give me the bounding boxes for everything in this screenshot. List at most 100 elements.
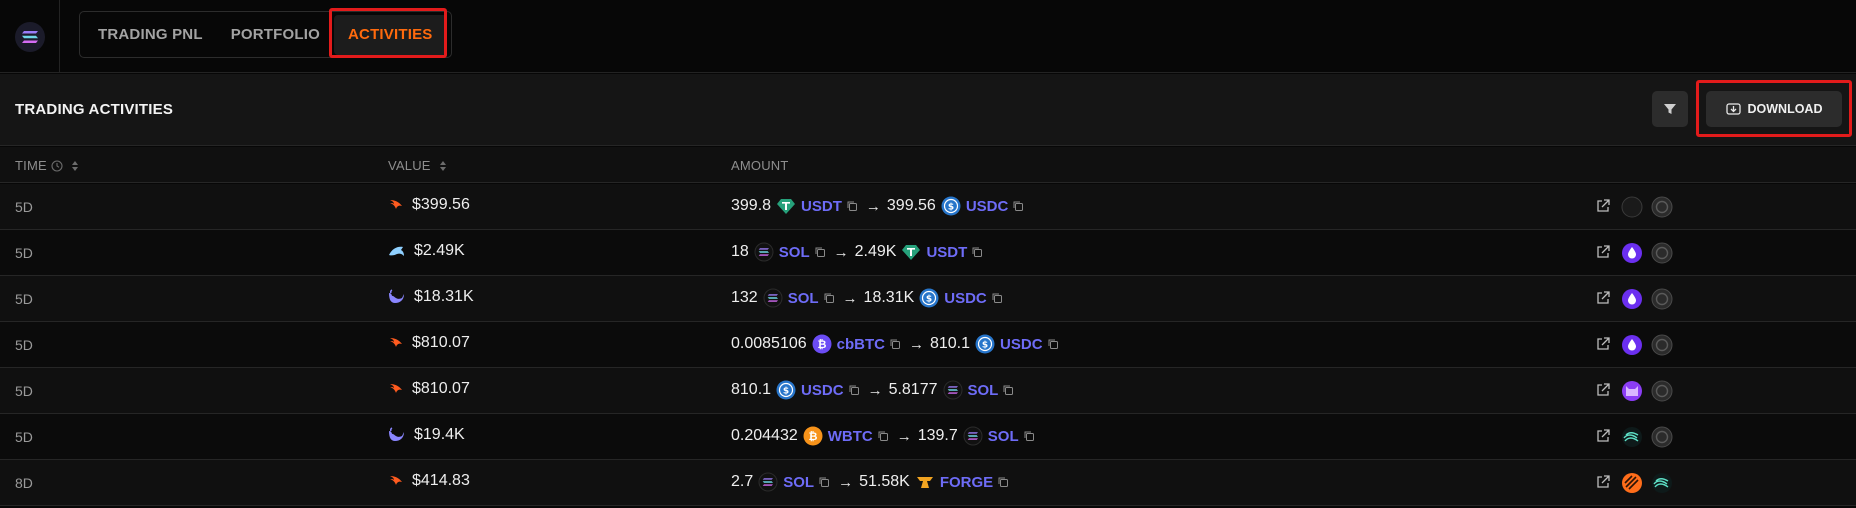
sort-icon[interactable] (439, 160, 447, 172)
to-token-link[interactable]: USDT (926, 244, 967, 261)
copy-icon[interactable] (997, 476, 1017, 488)
from-token-link[interactable]: USDC (801, 382, 844, 399)
column-time[interactable]: TIME (15, 158, 79, 173)
table-row[interactable]: 5D $18.31K 132 SOL → 18.31K $ USDC (0, 276, 1856, 322)
to-token-link[interactable]: USDC (1000, 336, 1043, 353)
from-token-link[interactable]: cbBTC (837, 336, 885, 353)
copy-icon[interactable] (1023, 430, 1043, 442)
stripe-orange-icon[interactable] (1621, 472, 1643, 494)
copy-icon[interactable] (1012, 200, 1032, 212)
to-amount: 2.49K (854, 243, 897, 260)
from-token-link[interactable]: SOL (783, 474, 814, 491)
column-value[interactable]: VALUE (388, 158, 447, 173)
clock-icon (51, 159, 63, 172)
from-amount: 132 (731, 289, 758, 306)
table-row[interactable]: 8D $414.83 2.7 SOL → 51.58K FORGE (0, 460, 1856, 506)
from-token-link[interactable]: SOL (779, 244, 810, 261)
external-link-icon[interactable] (1595, 290, 1613, 308)
activities-table-body: 5D $399.56 399.8 USDT → 399.56 $ USDC 5D… (0, 184, 1856, 506)
copy-icon[interactable] (991, 292, 1011, 304)
sol-token-icon (754, 242, 774, 262)
table-row[interactable]: 5D $399.56 399.8 USDT → 399.56 $ USDC (0, 184, 1856, 230)
external-link-icon[interactable] (1595, 336, 1613, 354)
download-button[interactable]: DOWNLOAD (1706, 91, 1842, 127)
row-time: 5D (15, 291, 33, 307)
to-token-link[interactable]: USDC (944, 290, 987, 307)
from-token-link[interactable]: USDT (801, 198, 842, 215)
external-link-icon[interactable] (1595, 198, 1613, 216)
wbtc-token-icon: ₿ (803, 426, 823, 446)
copy-icon[interactable] (877, 430, 897, 442)
dolphin-icon (388, 243, 406, 259)
tab-activities[interactable]: ACTIVITIES (334, 14, 447, 55)
copy-icon[interactable] (889, 338, 909, 350)
copy-icon[interactable] (1002, 384, 1022, 396)
to-token-link[interactable]: SOL (988, 428, 1019, 445)
fire-bird-icon (388, 197, 404, 213)
copy-icon[interactable] (814, 246, 834, 258)
logo-cell (0, 0, 60, 73)
copy-icon[interactable] (846, 200, 866, 212)
column-amount-label: AMOUNT (731, 158, 789, 173)
copy-icon[interactable] (818, 476, 838, 488)
top-bar: TRADING PNL PORTFOLIO ACTIVITIES (0, 0, 1856, 73)
from-token-link[interactable]: SOL (788, 290, 819, 307)
wave-icon[interactable] (1621, 426, 1643, 448)
table-row[interactable]: 5D $2.49K 18 SOL → 2.49K USDT (0, 230, 1856, 276)
crescent-icon[interactable] (1621, 196, 1643, 218)
gray-token-icon[interactable] (1651, 426, 1673, 448)
sol-token-icon (963, 426, 983, 446)
table-header: TIME VALUE AMOUNT (0, 147, 1856, 183)
external-link-icon[interactable] (1595, 474, 1613, 492)
copy-icon[interactable] (1047, 338, 1067, 350)
tab-trading-pnl[interactable]: TRADING PNL (84, 15, 217, 55)
row-time: 8D (15, 475, 33, 491)
gray-token-icon[interactable] (1651, 196, 1673, 218)
external-link-icon[interactable] (1595, 382, 1613, 400)
from-amount: 2.7 (731, 473, 754, 490)
gray-token-icon[interactable] (1651, 242, 1673, 264)
svg-text:$: $ (783, 387, 789, 397)
copy-icon[interactable] (971, 246, 991, 258)
table-row[interactable]: 5D $19.4K 0.204432 ₿ WBTC → 139.7 SOL (0, 414, 1856, 460)
copy-icon[interactable] (848, 384, 868, 396)
row-amount: 0.0085106 ₿ cbBTC → 810.1 $ USDC (731, 334, 1067, 354)
row-time: 5D (15, 429, 33, 445)
copy-icon[interactable] (823, 292, 843, 304)
drop-icon[interactable] (1621, 334, 1643, 356)
section-header: TRADING ACTIVITIES DOWNLOAD (0, 74, 1856, 146)
fire-bird-icon (388, 473, 404, 489)
solana-logo-icon[interactable] (14, 21, 45, 52)
row-amount: 399.8 USDT → 399.56 $ USDC (731, 196, 1032, 216)
from-amount: 0.204432 (731, 427, 798, 444)
external-link-icon[interactable] (1595, 244, 1613, 262)
to-token-link[interactable]: FORGE (940, 474, 993, 491)
row-amount: 0.204432 ₿ WBTC → 139.7 SOL (731, 426, 1043, 446)
to-amount: 5.8177 (888, 381, 938, 398)
to-token-link[interactable]: SOL (968, 382, 999, 399)
row-amount: 810.1 $ USDC → 5.8177 SOL (731, 380, 1022, 400)
gray-token-icon[interactable] (1651, 334, 1673, 356)
gray-token-icon[interactable] (1651, 288, 1673, 310)
to-token-link[interactable]: USDC (966, 198, 1009, 215)
row-amount: 132 SOL → 18.31K $ USDC (731, 288, 1011, 308)
row-value: $19.4K (388, 426, 465, 444)
from-token-link[interactable]: WBTC (828, 428, 873, 445)
filter-button[interactable] (1652, 91, 1688, 127)
usdt-token-icon (901, 242, 921, 262)
tab-portfolio[interactable]: PORTFOLIO (217, 15, 334, 55)
cat-icon[interactable] (1621, 380, 1643, 402)
from-amount: 18 (731, 243, 749, 260)
table-row[interactable]: 5D $810.07 0.0085106 ₿ cbBTC → 810.1 $ U… (0, 322, 1856, 368)
sort-icon[interactable] (71, 160, 79, 172)
gray-token-icon[interactable] (1651, 380, 1673, 402)
external-link-icon[interactable] (1595, 428, 1613, 446)
column-amount: AMOUNT (731, 158, 789, 173)
arrow-right-icon: → (838, 473, 854, 491)
drop-icon[interactable] (1621, 242, 1643, 264)
table-row[interactable]: 5D $810.07 810.1 $ USDC → 5.8177 SOL (0, 368, 1856, 414)
fire-bird-icon (388, 335, 404, 351)
to-amount: 51.58K (859, 473, 910, 490)
wave-icon[interactable] (1651, 472, 1673, 494)
drop-icon[interactable] (1621, 288, 1643, 310)
